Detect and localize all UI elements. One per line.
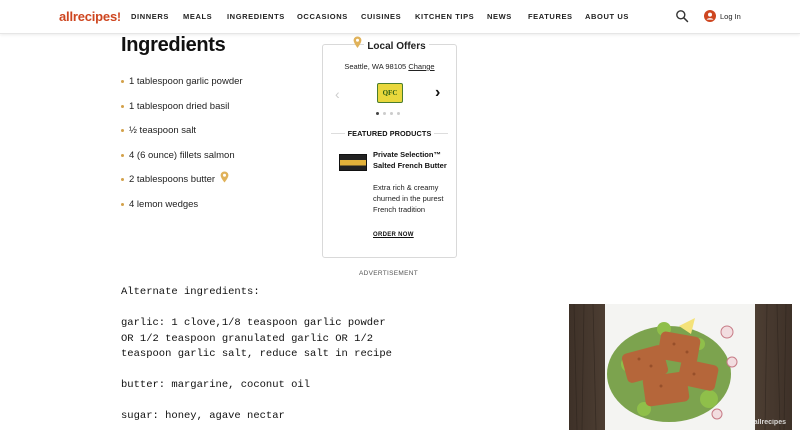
ingredient-item: 1 tablespoon dried basil (121, 101, 243, 126)
ingredients-list: 1 tablespoon garlic powder 1 tablespoon … (121, 76, 243, 224)
store-logo[interactable]: QFC (377, 83, 403, 103)
chevron-right-icon[interactable]: › (435, 84, 440, 102)
bullet-icon (121, 129, 124, 133)
location-line: Seattle, WA 98105 Change (323, 62, 456, 71)
alternate-garlic-line: teaspoon garlic salt, reduce salt in rec… (121, 348, 392, 360)
nav-meals[interactable]: MEALS (183, 12, 212, 21)
product-image[interactable] (339, 154, 367, 171)
chevron-left-icon[interactable]: ‹ (335, 86, 340, 102)
logo-text: allrecipes (59, 9, 117, 24)
video-watermark: allrecipes (753, 419, 786, 426)
user-icon (704, 10, 716, 22)
ingredient-item: 4 lemon wedges (121, 199, 243, 224)
nav-ingredients[interactable]: INGREDIENTS (227, 12, 285, 21)
alternate-heading: Alternate ingredients: (121, 286, 260, 298)
nav-cuisines[interactable]: CUISINES (361, 12, 401, 21)
nav-about-us[interactable]: ABOUT US (585, 12, 629, 21)
carousel-dot[interactable] (397, 112, 400, 115)
alternate-butter-line: butter: margarine, coconut oil (121, 379, 311, 391)
ingredients-heading: Ingredients (121, 34, 226, 56)
search-icon[interactable] (675, 9, 689, 23)
location-text: Seattle, WA 98105 (344, 62, 407, 71)
login-button[interactable]: Log In (704, 9, 741, 23)
nav-kitchen-tips[interactable]: KITCHEN TIPS (415, 12, 474, 21)
location-pin-icon[interactable] (220, 171, 229, 183)
bullet-icon (121, 104, 124, 108)
carousel-dot[interactable] (383, 112, 386, 115)
ingredient-item: ½ teaspoon salt (121, 125, 243, 150)
nav-occasions[interactable]: OCCASIONS (297, 12, 348, 21)
bullet-icon (121, 80, 124, 83)
bullet-icon (121, 202, 124, 206)
login-label: Log In (720, 11, 741, 21)
alternate-garlic-line: garlic: 1 clove,1/8 teaspoon garlic powd… (121, 317, 386, 329)
carousel-dot[interactable] (390, 112, 393, 115)
alternate-ingredients: Alternate ingredients: garlic: 1 clove,1… (121, 285, 541, 425)
featured-products-heading: FEATURED PRODUCTS (331, 129, 449, 138)
ingredient-item: 1 tablespoon garlic powder (121, 76, 243, 101)
product-name[interactable]: Private Selection™ Salted French Butter (373, 149, 453, 171)
change-location-link[interactable]: Change (408, 62, 434, 71)
bullet-icon (121, 178, 124, 182)
order-now-link[interactable]: ORDER NOW (373, 232, 414, 238)
local-offers-widget: Local Offers Seattle, WA 98105 Change ‹ … (322, 36, 457, 258)
nav-news[interactable]: NEWS (487, 12, 512, 21)
allrecipes-logo[interactable]: allrecipes! (59, 9, 121, 24)
alternate-garlic-line: OR 1/2 teaspoon granulated garlic OR 1/2 (121, 332, 374, 345)
ingredient-item: 2 tablespoons butter (121, 171, 243, 199)
alternate-sugar-line: sugar: honey, agave nectar (121, 410, 285, 422)
video-thumbnail (569, 304, 792, 430)
bullet-icon (121, 153, 124, 157)
carousel-dots (376, 112, 400, 115)
carousel-dot[interactable] (376, 112, 379, 115)
local-offers-title: Local Offers (323, 36, 456, 54)
top-navigation-bar: allrecipes! DINNERS MEALS INGREDIENTS OC… (0, 0, 800, 34)
nav-dinners[interactable]: DINNERS (131, 12, 169, 21)
nav-features[interactable]: FEATURES (528, 12, 573, 21)
recipe-video-player[interactable]: allrecipes (569, 304, 792, 430)
advertisement-label: ADVERTISEMENT (358, 270, 419, 277)
product-description: Extra rich & creamy churned in the pures… (373, 183, 444, 214)
